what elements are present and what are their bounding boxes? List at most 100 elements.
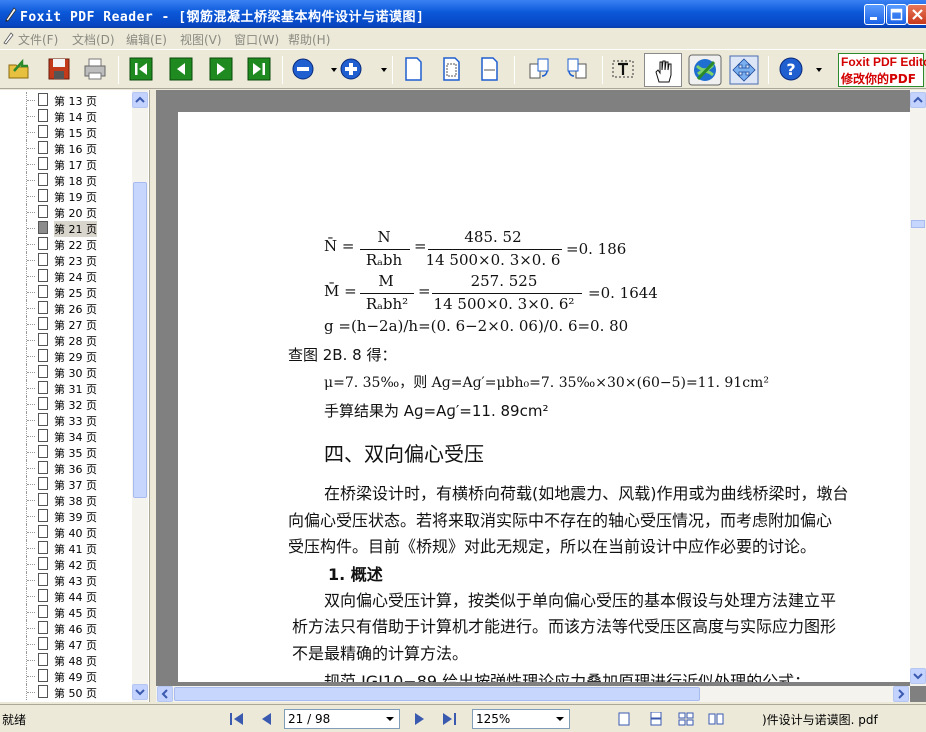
tree-connector: [26, 284, 36, 300]
next-page-icon[interactable]: [208, 56, 234, 82]
para2-line2: 析方法只有借助于计算机才能进行。而该方法等代受压区高度与实际应力图形: [292, 617, 837, 636]
tree-connector: [26, 444, 36, 460]
eq2-numerator: M: [378, 272, 394, 290]
last-page-icon[interactable]: [246, 56, 272, 82]
text-select-icon[interactable]: [610, 56, 636, 82]
zoom-in-dropdown[interactable]: [381, 68, 387, 72]
bookmark-page-label: 第 18 页: [54, 175, 97, 188]
tree-connector: [26, 108, 36, 124]
promo-subtitle: 修改你的PDF: [841, 72, 916, 86]
menu-edit[interactable]: 编辑(E): [126, 31, 167, 48]
zoom-out-dropdown[interactable]: [331, 68, 337, 72]
chevron-down-icon: [556, 717, 564, 721]
help-icon[interactable]: ?: [778, 56, 804, 82]
scroll-down-arrow[interactable]: [132, 684, 148, 700]
zoom-in-icon[interactable]: [338, 56, 364, 82]
bookmarks-scrollbar[interactable]: [132, 90, 148, 702]
menu-view[interactable]: 视图(V): [180, 31, 222, 48]
tree-connector: [26, 460, 36, 476]
previous-page-status-icon[interactable]: [258, 711, 276, 727]
menu-window[interactable]: 窗口(W): [234, 31, 279, 48]
document-vertical-scrollbar[interactable]: [910, 90, 926, 686]
page-number-box[interactable]: 21 / 98: [284, 709, 400, 729]
maximize-button[interactable]: [886, 4, 907, 25]
page-document-icon: [38, 237, 48, 250]
hand-tool-button[interactable]: [644, 53, 682, 87]
page-document-icon: [38, 397, 48, 410]
eq1-numerator: N: [377, 228, 391, 246]
facing-pages-icon[interactable]: [678, 712, 694, 726]
tree-connector: [26, 492, 36, 508]
close-button[interactable]: [907, 4, 926, 25]
zoom-box[interactable]: 125%: [472, 709, 570, 729]
doc-scroll-up-arrow[interactable]: [910, 92, 926, 108]
zoom-out-icon[interactable]: [290, 56, 316, 82]
title-bar[interactable]: Foxit PDF Reader - [钢筋混凝土桥梁基本构件设计与诺谟图]: [0, 0, 926, 28]
eq2-lhs: M̄ =: [324, 282, 357, 300]
actual-size-icon[interactable]: [400, 56, 426, 82]
promo-title: Foxit PDF Editor: [841, 55, 926, 69]
menu-document[interactable]: 文档(D): [72, 31, 115, 48]
tree-connector: [26, 604, 36, 620]
last-page-status-icon[interactable]: [440, 711, 458, 727]
menu-file[interactable]: 文件(F): [18, 31, 58, 48]
next-page-status-icon[interactable]: [410, 711, 428, 727]
doc-scroll-down-arrow[interactable]: [910, 668, 926, 684]
para2-line3: 不是最精确的计算方法。: [292, 644, 469, 663]
first-page-status-icon[interactable]: [228, 711, 246, 727]
chevron-up-icon: [135, 96, 145, 103]
maximize-icon: [890, 8, 903, 21]
tree-connector: [26, 92, 36, 108]
minimize-button[interactable]: [864, 4, 885, 25]
page-document-icon: [38, 365, 48, 378]
open-folder-icon[interactable]: [6, 56, 32, 82]
doc-scroll-left-arrow[interactable]: [157, 686, 173, 702]
help-dropdown[interactable]: [816, 68, 822, 72]
tree-connector: [26, 380, 36, 396]
continuous-page-icon[interactable]: [648, 712, 664, 726]
page-document-icon: [38, 621, 48, 634]
status-bar: 就绪 21 / 98 125% )件设计与诺谟图. pdf: [0, 704, 926, 732]
two-page-icon[interactable]: [708, 712, 724, 726]
tree-connector: [26, 652, 36, 668]
snapshot-globe-icon[interactable]: [688, 54, 722, 86]
fit-width-icon[interactable]: [476, 56, 502, 82]
fit-page-icon[interactable]: [438, 56, 464, 82]
foxit-pdf-editor-promo[interactable]: Foxit PDF Editor 修改你的PDF: [838, 53, 926, 87]
previous-page-icon[interactable]: [168, 56, 194, 82]
bookmark-page-label: 第 24 页: [54, 271, 97, 284]
doc-scroll-right-arrow[interactable]: [893, 686, 909, 702]
page-document-icon: [38, 493, 48, 506]
single-page-icon[interactable]: [616, 712, 632, 726]
print-icon[interactable]: [82, 56, 108, 82]
page-document-icon: [38, 541, 48, 554]
full-screen-icon[interactable]: [728, 54, 760, 86]
tree-connector: [26, 668, 36, 684]
menu-help[interactable]: 帮助(H): [288, 31, 330, 48]
zoom-level: 125%: [476, 712, 511, 726]
page-document-icon: [38, 157, 48, 170]
save-icon[interactable]: [46, 56, 72, 82]
document-scroll-thumb[interactable]: [911, 220, 925, 228]
page-document-icon: [38, 317, 48, 330]
page-document-icon: [38, 269, 48, 282]
scroll-up-arrow[interactable]: [132, 92, 148, 108]
tree-connector: [26, 428, 36, 444]
document-horizontal-scrollbar[interactable]: [156, 686, 910, 702]
document-view[interactable]: N̄ = N Rₐbh = 485. 52 14 500×0. 3×0. 6 =…: [156, 90, 926, 702]
tree-connector: [26, 204, 36, 220]
bookmark-page-label: 第 25 页: [54, 287, 97, 300]
bookmark-page-label: 第 43 页: [54, 575, 97, 588]
rotate-clockwise-icon[interactable]: [526, 56, 552, 82]
rotate-counterclockwise-icon[interactable]: [564, 56, 590, 82]
tree-connector: [26, 620, 36, 636]
first-page-icon[interactable]: [128, 56, 154, 82]
eq2-numerator-value: 257. 525: [470, 272, 538, 290]
document-hscroll-thumb[interactable]: [174, 687, 700, 701]
chevron-down-icon: [135, 689, 145, 696]
bookmark-page-label: 第 32 页: [54, 399, 97, 412]
bookmarks-scroll-thumb[interactable]: [133, 182, 147, 498]
page-document-icon: [38, 605, 48, 618]
bookmark-page-label: 第 47 页: [54, 639, 97, 652]
tree-connector: [26, 572, 36, 588]
